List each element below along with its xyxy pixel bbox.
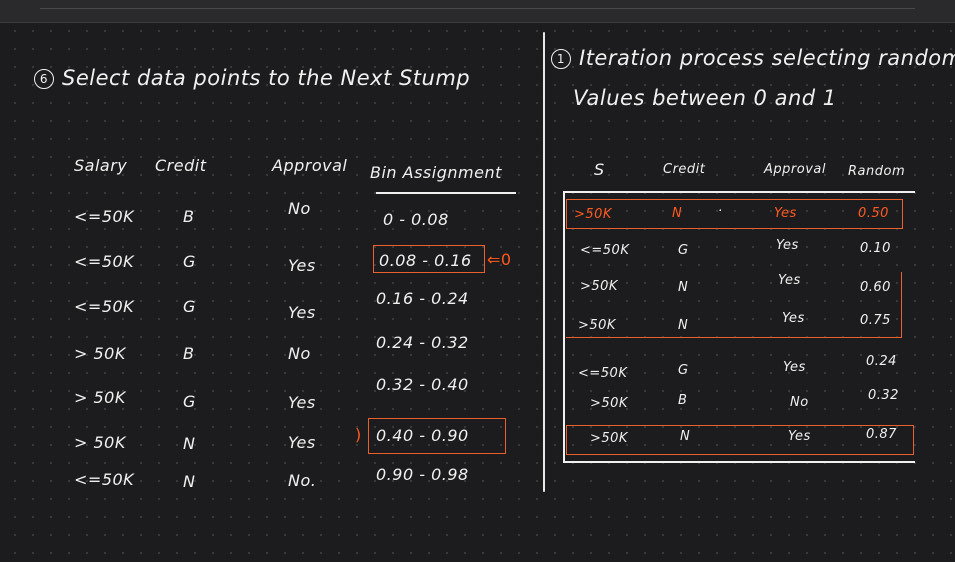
canvas-toolbar	[0, 0, 955, 23]
left-row-4-bin: 0.24 - 0.32	[376, 333, 469, 352]
right-table-top-rule	[563, 191, 915, 193]
left-row-1-salary: <=50K	[74, 207, 135, 226]
right-header-credit: Credit	[663, 162, 706, 177]
right-title-line1-text: Iteration process selecting random	[579, 46, 955, 70]
right-table-left-rule	[563, 191, 565, 463]
right-header-random: Random	[848, 164, 906, 179]
right-row-4-random: 0.75	[860, 313, 891, 328]
right-row-6-approval: No	[790, 395, 809, 410]
left-row-4-credit: B	[183, 344, 195, 363]
right-row-3-credit: N	[678, 280, 689, 295]
left-row-5-bin: 0.32 - 0.40	[376, 375, 469, 394]
right-row-7-credit: N	[680, 429, 691, 444]
step-number-badge: 6	[34, 69, 54, 89]
left-row-4-approval: No	[288, 344, 311, 363]
right-row-1-random: 0.50	[858, 206, 889, 221]
left-row-2-credit: G	[183, 252, 196, 271]
left-row-2-approval: Yes	[288, 256, 316, 275]
left-row-1-bin: 0 - 0.08	[383, 210, 449, 229]
right-row-3-random: 0.60	[860, 280, 891, 295]
left-row-4-salary: > 50K	[74, 344, 126, 363]
right-row-4-s: >50K	[578, 318, 616, 333]
right-title-line2: Values between 0 and 1	[573, 86, 837, 110]
left-row-3-bin: 0.16 - 0.24	[376, 289, 469, 308]
bin-header-underline	[376, 192, 516, 194]
bin-arrow-label: ⇐0	[487, 250, 512, 269]
left-row-5-salary: > 50K	[74, 388, 126, 407]
left-row-6-salary: > 50K	[74, 433, 126, 452]
left-row-6-credit: N	[183, 434, 196, 453]
right-title-line1: 1 Iteration process selecting random	[551, 46, 955, 70]
left-header-credit: Credit	[155, 156, 207, 175]
left-row-3-salary: <=50K	[74, 297, 135, 316]
left-row-3-credit: G	[183, 297, 196, 316]
right-row-5-s: <=50K	[578, 366, 628, 381]
left-row-7-credit: N	[183, 472, 196, 491]
right-row-2-s: <=50K	[580, 243, 630, 258]
left-row-5-approval: Yes	[288, 393, 316, 412]
bin-highlight-box-2	[368, 418, 506, 454]
section-divider	[543, 32, 545, 492]
right-header-s: S	[594, 160, 605, 179]
right-row-7-approval: Yes	[788, 429, 811, 444]
left-header-approval: Approval	[272, 156, 348, 175]
right-row-4-approval: Yes	[782, 311, 805, 326]
left-row-5-credit: G	[183, 392, 196, 411]
left-row-3-approval: Yes	[288, 303, 316, 322]
left-row-1-credit: B	[183, 207, 195, 226]
right-row-4-credit: N	[678, 318, 689, 333]
right-header-approval: Approval	[764, 162, 826, 177]
iteration-number-badge: 1	[551, 49, 571, 69]
left-row-1-approval: No	[288, 199, 311, 218]
right-row-3-s: >50K	[580, 279, 618, 294]
right-row-5-approval: Yes	[783, 360, 806, 375]
right-row-6-s: >50K	[590, 396, 628, 411]
right-row-7-random: 0.87	[866, 427, 897, 442]
right-row-2-approval: Yes	[776, 238, 799, 253]
left-row-2-salary: <=50K	[74, 252, 135, 271]
right-row-1-s: >50K	[574, 207, 612, 222]
left-header-bin: Bin Assignment	[370, 163, 502, 182]
right-row-6-random: 0.32	[868, 388, 899, 403]
left-row-7-bin: 0.90 - 0.98	[376, 465, 469, 484]
right-row-1-dot: ·	[718, 204, 723, 219]
toolbar-divider	[40, 8, 915, 15]
right-row-5-credit: G	[678, 363, 689, 378]
left-row-7-approval: No.	[288, 471, 317, 490]
left-header-salary: Salary	[74, 156, 128, 175]
left-title-text: Select data points to the Next Stump	[62, 66, 471, 90]
right-row-5-random: 0.24	[866, 354, 897, 369]
bin-highlight-box-1	[373, 245, 485, 273]
right-row-6-credit: B	[678, 393, 688, 408]
left-row-7-salary: <=50K	[74, 470, 135, 489]
right-row-2-random: 0.10	[860, 241, 891, 256]
right-row-1-approval: Yes	[774, 206, 797, 221]
row-highlight-box-1	[566, 199, 903, 229]
left-row-6-approval: Yes	[288, 433, 316, 452]
right-table-bottom-rule	[563, 461, 915, 463]
right-row-3-approval: Yes	[778, 273, 801, 288]
right-row-2-credit: G	[678, 243, 689, 258]
left-title: 6 Select data points to the Next Stump	[34, 66, 470, 90]
right-row-1-credit: N	[672, 206, 683, 221]
right-row-7-s: >50K	[590, 431, 628, 446]
bin-bracket-mark: )	[355, 425, 362, 444]
